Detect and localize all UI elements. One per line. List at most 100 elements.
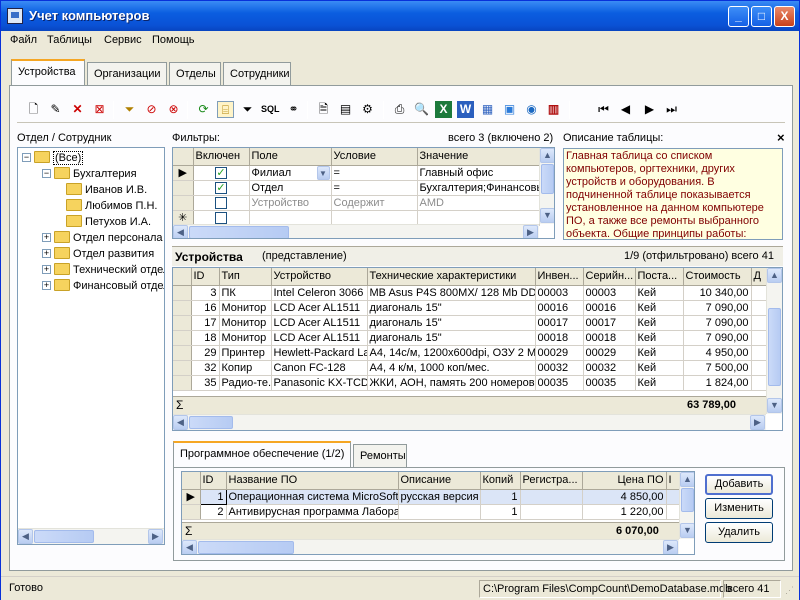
col-sw-id[interactable]: ID bbox=[200, 472, 227, 490]
table-row[interactable]: ▶ 1 Операционная система MicroSoft русск… bbox=[182, 488, 680, 505]
tree-item-employee[interactable]: Петухов И.А. bbox=[66, 214, 151, 230]
col-value[interactable]: Значение bbox=[417, 148, 540, 166]
filter-new-row[interactable]: ✳ bbox=[173, 210, 540, 226]
col-sw-price[interactable]: Цена ПО bbox=[582, 472, 667, 490]
col-device[interactable]: Устройство bbox=[271, 268, 368, 286]
table-row[interactable]: 16 Монитор LCD Acer AL1511 диагональ 15" 000… bbox=[173, 300, 767, 316]
menu-tables[interactable]: Таблицы bbox=[47, 34, 92, 46]
excel-export-icon[interactable]: X bbox=[435, 101, 452, 118]
tab-software[interactable]: Программное обеспечение (1/2) bbox=[173, 441, 351, 468]
filter-enabled-checkbox[interactable]: ✓ bbox=[215, 181, 227, 194]
settings-icon[interactable]: ⚙ bbox=[359, 101, 376, 118]
add-button[interactable]: Добавить bbox=[705, 474, 773, 495]
software-vscroll[interactable]: ▲ ▼ bbox=[679, 472, 694, 539]
resize-grip-icon[interactable]: ⋰ bbox=[785, 585, 794, 596]
web-icon[interactable]: ◉ bbox=[523, 101, 540, 118]
filter-remove-icon[interactable]: ⊗ bbox=[165, 101, 182, 118]
new-document-icon[interactable]: 🗎 bbox=[315, 101, 332, 118]
print-icon[interactable]: ⎙ bbox=[391, 101, 408, 118]
table-row[interactable]: 3 ПК Intel Celeron 3066 MB Asus P4S 800MX/ … bbox=[173, 285, 767, 301]
col-serial[interactable]: Серийн... bbox=[583, 268, 636, 286]
last-record-icon[interactable]: ⏭ bbox=[663, 101, 680, 118]
maximize-button[interactable]: □ bbox=[751, 6, 772, 27]
tab-organizations[interactable]: Организации bbox=[87, 62, 167, 86]
col-enabled[interactable]: Включен bbox=[193, 148, 250, 166]
table-row[interactable]: 29ПринтерHewlett-Packard LaserJetA4, 14с… bbox=[173, 345, 767, 361]
menu-service[interactable]: Сервис bbox=[104, 34, 142, 46]
filter-row[interactable]: Устройство Содержит AMD bbox=[173, 195, 540, 211]
table-row[interactable]: 35Радио-те...Panasonic KX-TCDЖКИ, АОН, п… bbox=[173, 375, 767, 391]
filter-icon[interactable]: ⏷ bbox=[121, 101, 138, 118]
report-icon[interactable]: ▣ bbox=[501, 101, 518, 118]
tree-item-all[interactable]: − (Все) bbox=[22, 150, 84, 166]
tree-item-financial[interactable]: + Финансовый отдел bbox=[42, 278, 164, 294]
word-template-icon[interactable]: ▦ bbox=[479, 101, 496, 118]
table-row[interactable]: 18 Монитор LCD Acer AL1511 диагональ 15" 000… bbox=[173, 330, 767, 346]
table-row[interactable]: 17 Монитор LCD Acer AL1511 диагональ 15" 000… bbox=[173, 315, 767, 331]
table-row[interactable]: 32 Копир Canon FC-128 A4, 4 к/м, 1000 коп/м… bbox=[173, 360, 767, 376]
first-record-icon[interactable]: ⏮ bbox=[595, 101, 612, 118]
edit-pencil-icon[interactable]: ✎ bbox=[47, 101, 64, 118]
tree-item-accounting[interactable]: − Бухгалтерия bbox=[42, 166, 137, 182]
filter-enabled-checkbox[interactable]: ✓ bbox=[215, 166, 227, 179]
col-sw-extra[interactable]: I bbox=[666, 472, 680, 490]
filters-vscroll[interactable]: ▲ ▼ bbox=[539, 148, 554, 224]
devices-hscroll[interactable]: ◀ ▶ bbox=[173, 414, 766, 430]
col-extra[interactable]: Д bbox=[751, 268, 767, 286]
table-row[interactable]: 2 Антивирусная программа Лаборатории 1 1… bbox=[182, 504, 680, 520]
filter-edit-icon[interactable]: ⏷ bbox=[239, 101, 256, 118]
delete-table-icon[interactable]: ⊠ bbox=[91, 101, 108, 118]
software-hscroll[interactable]: ◀ ▶ bbox=[182, 539, 679, 554]
menu-help[interactable]: Помощь bbox=[152, 34, 195, 46]
description-close-icon[interactable]: × bbox=[777, 130, 785, 145]
col-sw-desc[interactable]: Описание bbox=[398, 472, 481, 490]
col-type[interactable]: Тип bbox=[219, 268, 272, 286]
prev-record-icon[interactable]: ◀ bbox=[617, 101, 634, 118]
filter-row[interactable]: ✓ Отдел = Бухгалтерия;Финансовый bbox=[173, 180, 540, 196]
tree-item-personnel[interactable]: + Отдел персонала bbox=[42, 230, 163, 246]
binoculars-icon[interactable]: ⚭ bbox=[285, 101, 302, 118]
delete-x-icon[interactable]: ✕ bbox=[69, 101, 86, 118]
devices-vscroll[interactable]: ▲ ▼ bbox=[766, 268, 782, 414]
chart-icon[interactable]: ▥ bbox=[545, 101, 562, 118]
filter-enabled-checkbox[interactable] bbox=[215, 196, 227, 209]
filter-clear-icon[interactable]: ⊘ bbox=[143, 101, 160, 118]
minimize-button[interactable]: _ bbox=[728, 6, 749, 27]
tree-item-employee[interactable]: Иванов И.В. bbox=[66, 182, 147, 198]
tree-item-employee[interactable]: Любимов П.Н. bbox=[66, 198, 157, 214]
col-sw-reg[interactable]: Регистра... bbox=[520, 472, 583, 490]
col-inventory[interactable]: Инвен... bbox=[535, 268, 584, 286]
tree-view-icon[interactable]: ⌸ bbox=[217, 101, 234, 118]
col-sw-copies[interactable]: Копий bbox=[480, 472, 521, 490]
folder-icon bbox=[54, 231, 70, 244]
col-condition[interactable]: Условие bbox=[331, 148, 418, 166]
col-specs[interactable]: Технические характеристики bbox=[367, 268, 536, 286]
close-button[interactable]: X bbox=[774, 6, 795, 27]
tree-item-development[interactable]: + Отдел развития bbox=[42, 246, 154, 262]
dropdown-arrow-icon[interactable]: ▼ bbox=[316, 165, 330, 179]
filter-row[interactable]: ▶ ✓ Филиал ▼ = Главный офис bbox=[173, 165, 540, 181]
tab-departments[interactable]: Отделы bbox=[169, 62, 221, 86]
col-cost[interactable]: Стоимость bbox=[683, 268, 752, 286]
delete-button[interactable]: Удалить bbox=[705, 522, 773, 543]
edit-button[interactable]: Изменить bbox=[705, 498, 773, 519]
properties-icon[interactable]: ▤ bbox=[337, 101, 354, 118]
menu-file[interactable]: Файл bbox=[10, 34, 37, 46]
col-field[interactable]: Поле bbox=[249, 148, 332, 166]
next-record-icon[interactable]: ▶ bbox=[641, 101, 658, 118]
filters-hscroll[interactable]: ◀ ▶ bbox=[173, 224, 539, 238]
refresh-icon[interactable]: ⟳ bbox=[195, 101, 212, 118]
tab-devices[interactable]: Устройства bbox=[11, 59, 85, 86]
new-record-icon[interactable]: 🗋 bbox=[25, 101, 42, 118]
col-sw-name[interactable]: Название ПО bbox=[226, 472, 399, 490]
col-supplier[interactable]: Поста... bbox=[635, 268, 684, 286]
col-id[interactable]: ID bbox=[191, 268, 220, 286]
print-preview-icon[interactable]: 🔍 bbox=[413, 101, 430, 118]
word-export-icon[interactable]: W bbox=[457, 101, 474, 118]
filter-enabled-checkbox[interactable] bbox=[215, 211, 227, 224]
tree-item-technical[interactable]: + Технический отдел bbox=[42, 262, 164, 278]
tree-hscroll[interactable]: ◀ ▶ bbox=[18, 528, 164, 544]
tab-repairs[interactable]: Ремонты bbox=[353, 444, 407, 468]
tab-employees[interactable]: Сотрудники bbox=[223, 62, 291, 86]
sql-icon[interactable]: SQL bbox=[261, 101, 280, 118]
